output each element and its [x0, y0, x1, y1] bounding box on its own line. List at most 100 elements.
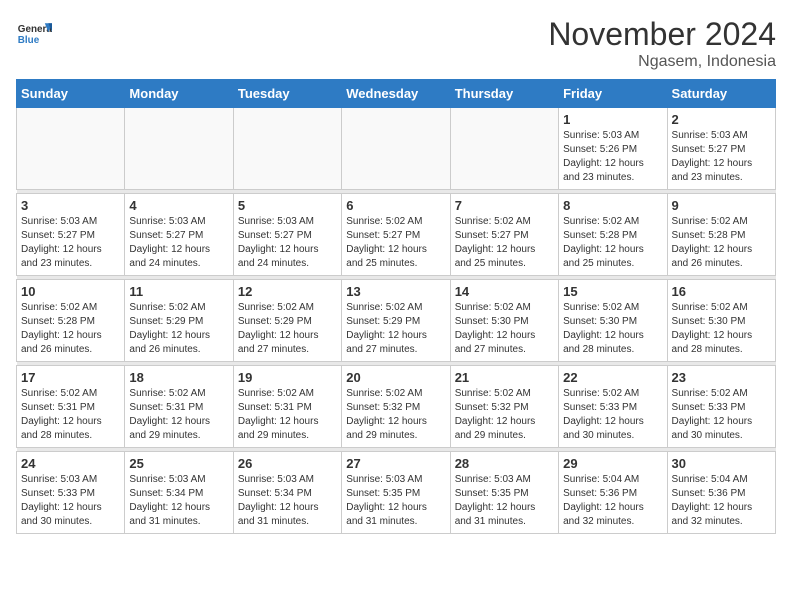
day-cell: 2Sunrise: 5:03 AM Sunset: 5:27 PM Daylig…: [667, 108, 775, 190]
day-cell: 24 Sunrise: 5:03 AM Sunset: 5:33 PM Dayli…: [17, 452, 125, 534]
page-header: General Blue November 2024 Ngasem, Indon…: [16, 16, 776, 71]
day-cell: 9 Sunrise: 5:02 AM Sunset: 5:28 PM Daylig…: [667, 194, 775, 276]
day-number: 7: [455, 198, 554, 213]
day-cell: 25 Sunrise: 5:03 AM Sunset: 5:34 PM Dayli…: [125, 452, 233, 534]
week-row-5: 24 Sunrise: 5:03 AM Sunset: 5:33 PM Dayli…: [17, 452, 776, 534]
day-cell: 20 Sunrise: 5:02 AM Sunset: 5:32 PM Dayli…: [342, 366, 450, 448]
day-number: 6: [346, 198, 445, 213]
day-number: 17: [21, 370, 120, 385]
day-cell: [233, 108, 341, 190]
day-cell: 26 Sunrise: 5:03 AM Sunset: 5:34 PM Dayli…: [233, 452, 341, 534]
day-number: 26: [238, 456, 337, 471]
day-number: 1: [563, 112, 662, 127]
day-number: 12: [238, 284, 337, 299]
day-cell: 3 Sunrise: 5:03 AM Sunset: 5:27 PM Daylig…: [17, 194, 125, 276]
day-cell: 12 Sunrise: 5:02 AM Sunset: 5:29 PM Dayli…: [233, 280, 341, 362]
day-cell: 13 Sunrise: 5:02 AM Sunset: 5:29 PM Dayli…: [342, 280, 450, 362]
location-subtitle: Ngasem, Indonesia: [548, 53, 776, 71]
day-info: Sunrise: 5:02 AM Sunset: 5:27 PM Dayligh…: [346, 215, 445, 271]
day-cell: [342, 108, 450, 190]
day-number: 24: [21, 456, 120, 471]
logo-icon: General Blue: [16, 16, 52, 52]
day-number: 19: [238, 370, 337, 385]
weekday-header-sunday: Sunday: [17, 80, 125, 108]
day-number: 27: [346, 456, 445, 471]
day-number: 18: [129, 370, 228, 385]
day-cell: 28 Sunrise: 5:03 AM Sunset: 5:35 PM Dayli…: [450, 452, 558, 534]
day-info: Sunrise: 5:04 AM Sunset: 5:36 PM Dayligh…: [672, 473, 771, 529]
week-row-1: 1Sunrise: 5:03 AM Sunset: 5:26 PM Daylig…: [17, 108, 776, 190]
day-info: Sunrise: 5:02 AM Sunset: 5:31 PM Dayligh…: [238, 387, 337, 443]
weekday-header-monday: Monday: [125, 80, 233, 108]
day-info: Sunrise: 5:02 AM Sunset: 5:32 PM Dayligh…: [346, 387, 445, 443]
day-info: Sunrise: 5:02 AM Sunset: 5:31 PM Dayligh…: [21, 387, 120, 443]
day-number: 25: [129, 456, 228, 471]
day-cell: 7 Sunrise: 5:02 AM Sunset: 5:27 PM Daylig…: [450, 194, 558, 276]
day-info: Sunrise: 5:02 AM Sunset: 5:29 PM Dayligh…: [129, 301, 228, 357]
day-cell: 19 Sunrise: 5:02 AM Sunset: 5:31 PM Dayli…: [233, 366, 341, 448]
svg-text:Blue: Blue: [18, 35, 40, 46]
day-number: 20: [346, 370, 445, 385]
day-info: Sunrise: 5:03 AM Sunset: 5:35 PM Dayligh…: [455, 473, 554, 529]
day-info: Sunrise: 5:03 AM Sunset: 5:33 PM Dayligh…: [21, 473, 120, 529]
day-cell: 30 Sunrise: 5:04 AM Sunset: 5:36 PM Dayli…: [667, 452, 775, 534]
month-title: November 2024: [548, 16, 776, 53]
week-row-4: 17 Sunrise: 5:02 AM Sunset: 5:31 PM Dayli…: [17, 366, 776, 448]
weekday-header-thursday: Thursday: [450, 80, 558, 108]
day-number: 8: [563, 198, 662, 213]
day-number: 14: [455, 284, 554, 299]
day-number: 16: [672, 284, 771, 299]
day-info: Sunrise: 5:02 AM Sunset: 5:28 PM Dayligh…: [563, 215, 662, 271]
day-cell: 14 Sunrise: 5:02 AM Sunset: 5:30 PM Dayli…: [450, 280, 558, 362]
day-number: 4: [129, 198, 228, 213]
day-info: Sunrise: 5:03 AM Sunset: 5:27 PM Dayligh…: [21, 215, 120, 271]
logo: General Blue: [16, 16, 52, 52]
day-cell: 4 Sunrise: 5:03 AM Sunset: 5:27 PM Daylig…: [125, 194, 233, 276]
day-info: Sunrise: 5:02 AM Sunset: 5:32 PM Dayligh…: [455, 387, 554, 443]
day-number: 29: [563, 456, 662, 471]
day-number: 11: [129, 284, 228, 299]
day-cell: 10Sunrise: 5:02 AM Sunset: 5:28 PM Dayli…: [17, 280, 125, 362]
day-info: Sunrise: 5:02 AM Sunset: 5:30 PM Dayligh…: [563, 301, 662, 357]
day-info: Sunrise: 5:02 AM Sunset: 5:29 PM Dayligh…: [346, 301, 445, 357]
day-number: 10: [21, 284, 120, 299]
day-cell: 6 Sunrise: 5:02 AM Sunset: 5:27 PM Daylig…: [342, 194, 450, 276]
day-info: Sunrise: 5:02 AM Sunset: 5:27 PM Dayligh…: [455, 215, 554, 271]
title-block: November 2024 Ngasem, Indonesia: [548, 16, 776, 71]
day-info: Sunrise: 5:03 AM Sunset: 5:27 PM Dayligh…: [238, 215, 337, 271]
week-row-3: 10Sunrise: 5:02 AM Sunset: 5:28 PM Dayli…: [17, 280, 776, 362]
day-info: Sunrise: 5:02 AM Sunset: 5:33 PM Dayligh…: [563, 387, 662, 443]
day-cell: 1Sunrise: 5:03 AM Sunset: 5:26 PM Daylig…: [559, 108, 667, 190]
day-info: Sunrise: 5:03 AM Sunset: 5:27 PM Dayligh…: [672, 129, 771, 185]
weekday-header-wednesday: Wednesday: [342, 80, 450, 108]
day-info: Sunrise: 5:03 AM Sunset: 5:34 PM Dayligh…: [129, 473, 228, 529]
day-cell: [450, 108, 558, 190]
day-number: 28: [455, 456, 554, 471]
day-info: Sunrise: 5:02 AM Sunset: 5:28 PM Dayligh…: [672, 215, 771, 271]
day-cell: 11 Sunrise: 5:02 AM Sunset: 5:29 PM Dayli…: [125, 280, 233, 362]
day-cell: 29 Sunrise: 5:04 AM Sunset: 5:36 PM Dayli…: [559, 452, 667, 534]
day-info: Sunrise: 5:02 AM Sunset: 5:31 PM Dayligh…: [129, 387, 228, 443]
day-number: 5: [238, 198, 337, 213]
calendar-table: SundayMondayTuesdayWednesdayThursdayFrid…: [16, 79, 776, 534]
day-number: 13: [346, 284, 445, 299]
week-row-2: 3 Sunrise: 5:03 AM Sunset: 5:27 PM Daylig…: [17, 194, 776, 276]
day-number: 3: [21, 198, 120, 213]
day-info: Sunrise: 5:02 AM Sunset: 5:30 PM Dayligh…: [672, 301, 771, 357]
weekday-header-saturday: Saturday: [667, 80, 775, 108]
day-info: Sunrise: 5:03 AM Sunset: 5:34 PM Dayligh…: [238, 473, 337, 529]
day-info: Sunrise: 5:02 AM Sunset: 5:29 PM Dayligh…: [238, 301, 337, 357]
day-number: 30: [672, 456, 771, 471]
day-info: Sunrise: 5:03 AM Sunset: 5:27 PM Dayligh…: [129, 215, 228, 271]
day-info: Sunrise: 5:02 AM Sunset: 5:30 PM Dayligh…: [455, 301, 554, 357]
day-cell: [17, 108, 125, 190]
day-cell: 16 Sunrise: 5:02 AM Sunset: 5:30 PM Dayli…: [667, 280, 775, 362]
day-info: Sunrise: 5:02 AM Sunset: 5:33 PM Dayligh…: [672, 387, 771, 443]
day-cell: 21Sunrise: 5:02 AM Sunset: 5:32 PM Dayli…: [450, 366, 558, 448]
day-cell: 22Sunrise: 5:02 AM Sunset: 5:33 PM Dayli…: [559, 366, 667, 448]
day-info: Sunrise: 5:03 AM Sunset: 5:35 PM Dayligh…: [346, 473, 445, 529]
day-number: 15: [563, 284, 662, 299]
day-info: Sunrise: 5:04 AM Sunset: 5:36 PM Dayligh…: [563, 473, 662, 529]
day-number: 9: [672, 198, 771, 213]
day-cell: [125, 108, 233, 190]
